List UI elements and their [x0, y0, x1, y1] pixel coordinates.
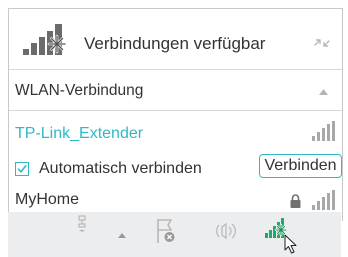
connect-button[interactable]: Verbinden	[259, 154, 342, 178]
header-divider	[9, 69, 342, 70]
network-flyout: Verbindungen verfügbar WLAN-Verbindung T…	[8, 8, 343, 221]
flyout-title: Verbindungen verfügbar	[84, 34, 266, 53]
refresh-arrows-icon[interactable]	[313, 36, 331, 50]
signal-strength-icon	[312, 121, 335, 141]
signal-strength-icon	[312, 190, 335, 210]
section-divider	[9, 110, 342, 111]
action-center-flag-icon[interactable]	[156, 218, 176, 244]
show-hidden-arrow-icon[interactable]	[118, 232, 126, 238]
flyout-header: Verbindungen verfügbar	[9, 9, 342, 69]
volume-icon[interactable]	[214, 221, 240, 241]
network-star-icon	[23, 24, 67, 55]
network-name: TP-Link_Extender	[15, 125, 144, 142]
mouse-cursor-icon	[284, 234, 297, 254]
network-name: MyHome	[15, 191, 80, 208]
wlan-section-label[interactable]: WLAN-Verbindung	[15, 82, 143, 100]
checkmark-icon	[17, 165, 27, 173]
network-cable-icon[interactable]	[76, 215, 88, 233]
lock-icon	[290, 194, 301, 208]
system-tray	[8, 212, 341, 257]
auto-connect-row[interactable]: Automatisch verbinden	[15, 159, 202, 179]
auto-connect-label: Automatisch verbinden	[39, 160, 202, 177]
chevron-up-icon[interactable]	[319, 89, 328, 95]
auto-connect-checkbox[interactable]	[15, 162, 29, 176]
